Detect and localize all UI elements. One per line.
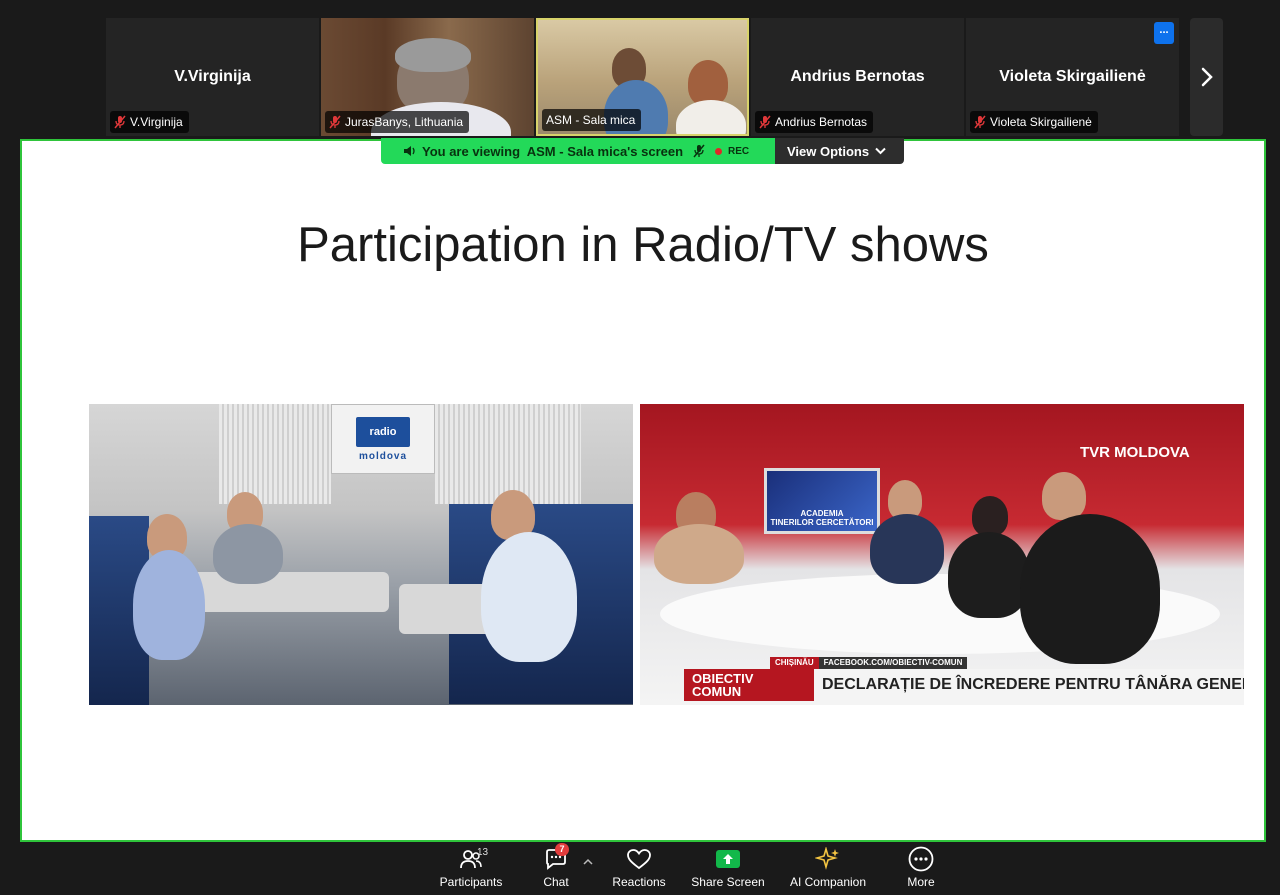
mic-muted-icon xyxy=(974,115,986,129)
overflow-participants-button[interactable]: ... xyxy=(1154,22,1174,44)
participant-name: V.Virginija xyxy=(174,68,251,85)
participant-label: Andrius Bernotas xyxy=(755,111,874,133)
guest-person xyxy=(870,514,944,584)
heart-icon xyxy=(627,849,651,870)
ai-companion-icon-wrap xyxy=(815,846,841,872)
share-screen-icon xyxy=(716,850,740,868)
ai-companion-button[interactable]: AI Companion xyxy=(786,846,870,892)
share-screen-button[interactable]: Share Screen xyxy=(690,846,766,892)
guest-person xyxy=(213,524,283,584)
participants-icon-wrap: 13 xyxy=(451,846,491,872)
recording-dot-icon xyxy=(715,147,723,155)
next-page-button[interactable] xyxy=(1190,18,1223,136)
reactions-icon-wrap xyxy=(626,846,652,872)
share-screen-icon-wrap xyxy=(715,846,741,872)
screen-share-banner: You are viewing ASM - Sala mica's screen… xyxy=(381,138,904,164)
participant-label: JurasBanys, Lithuania xyxy=(325,111,470,133)
mic-muted-icon xyxy=(114,115,126,129)
chevron-right-icon xyxy=(1201,67,1213,87)
participant-label: V.Virginija xyxy=(110,111,189,133)
monitor-text-line: ACADEMIA xyxy=(800,509,844,518)
lower-third: OBIECTIV COMUN DECLARAȚIE DE ÎNCREDERE P… xyxy=(684,669,1244,701)
mic-muted-icon xyxy=(329,115,341,129)
participants-button[interactable]: 13 Participants xyxy=(438,846,504,892)
chat-icon-wrap: 7 xyxy=(541,843,571,872)
shared-screen: Participation in Radio/TV shows radio mo… xyxy=(20,139,1266,842)
participant-label-text: JurasBanys, Lithuania xyxy=(345,115,464,129)
studio-monitor: ACADEMIA TINERILOR CERCETĂTORI xyxy=(764,468,880,534)
chevron-up-icon xyxy=(583,858,593,865)
reactions-button[interactable]: Reactions xyxy=(608,846,670,892)
participant-tile-violeta-skirgailiene[interactable]: Violeta Skirgailienė Violeta Skirgailien… xyxy=(966,18,1179,136)
participant-tile-jurasbanys[interactable]: JurasBanys, Lithuania xyxy=(321,18,534,136)
studio-wall-vents xyxy=(219,404,331,504)
participant-label: ASM - Sala mica xyxy=(542,109,642,131)
ai-companion-label: AI Companion xyxy=(789,875,867,889)
more-label: More xyxy=(907,875,935,889)
view-options-button[interactable]: View Options xyxy=(775,138,904,164)
radio-logo-mark: radio xyxy=(356,416,410,447)
participant-name: Andrius Bernotas xyxy=(790,68,925,85)
participant-label: Violeta Skirgailienė xyxy=(970,111,1098,133)
viewing-share-indicator: You are viewing ASM - Sala mica's screen… xyxy=(381,138,775,164)
radio-logo-text: moldova xyxy=(358,450,408,462)
participant-strip: V.Virginija V.Virginija JurasBanys, Lith… xyxy=(0,0,1280,140)
participants-count: 13 xyxy=(477,847,489,858)
participant-label-text: V.Virginija xyxy=(130,115,183,129)
participant-video-shirt xyxy=(676,100,746,134)
chat-unread-badge: 7 xyxy=(555,843,569,856)
radio-moldova-sign: radio moldova xyxy=(331,404,435,474)
guest-person xyxy=(1020,514,1160,664)
reactions-label: Reactions xyxy=(612,875,666,889)
meeting-toolbar: 13 Participants 7 Chat Reactions Share S… xyxy=(0,842,1280,895)
chat-button[interactable]: 7 Chat xyxy=(536,843,576,892)
guest-person xyxy=(481,532,577,662)
url-tag: FACEBOOK.COM/OBIECTIV-COMUN xyxy=(818,657,968,669)
tvr-moldova-logo: TVR MOLDOVA xyxy=(1080,444,1190,461)
participant-name: Violeta Skirgailienė xyxy=(999,68,1146,85)
participant-tile-v-virginija[interactable]: V.Virginija V.Virginija xyxy=(106,18,319,136)
lower-third-tag: CHIȘINĂU FACEBOOK.COM/OBIECTIV-COMUN xyxy=(770,657,968,669)
show-name: OBIECTIV COMUN xyxy=(684,669,814,701)
share-banner-text: You are viewing ASM - Sala mica's screen xyxy=(422,143,684,159)
slide-title: Participation in Radio/TV shows xyxy=(297,218,989,272)
guest-person xyxy=(972,496,1008,536)
participant-label-text: Andrius Bernotas xyxy=(775,115,868,129)
participant-tile-andrius-bernotas[interactable]: Andrius Bernotas Andrius Bernotas xyxy=(751,18,964,136)
headline: DECLARAȚIE DE ÎNCREDERE PENTRU TÂNĂRA GE… xyxy=(814,669,1244,701)
more-dots-icon xyxy=(908,846,934,872)
chat-label: Chat xyxy=(543,875,569,889)
location-tag: CHIȘINĂU xyxy=(770,657,819,669)
chevron-down-icon xyxy=(875,147,886,155)
radio-studio-photo: radio moldova xyxy=(89,404,633,705)
guest-person xyxy=(133,550,205,660)
participant-label-text: ASM - Sala mica xyxy=(546,113,636,127)
recording-label: REC xyxy=(728,145,750,157)
mic-muted-icon xyxy=(693,144,705,158)
monitor-text-line: TINERILOR CERCETĂTORI xyxy=(770,518,874,527)
guest-person xyxy=(1042,472,1086,520)
show-name-line: COMUN xyxy=(692,684,742,699)
studio-wall-vents xyxy=(435,404,581,504)
speaker-icon xyxy=(404,146,415,156)
participants-label: Participants xyxy=(439,875,503,889)
more-icon-wrap xyxy=(908,846,934,872)
tv-studio-photo: TVR MOLDOVA ACADEMIA TINERILOR CERCETĂTO… xyxy=(640,404,1244,705)
participant-tile-asm-sala-mica[interactable]: ASM - Sala mica xyxy=(536,18,749,136)
chat-options-caret[interactable] xyxy=(583,852,593,870)
host-person xyxy=(654,524,744,584)
share-screen-label: Share Screen xyxy=(691,875,765,889)
guest-person xyxy=(948,532,1030,618)
participant-video-hair xyxy=(395,38,471,72)
view-options-label: View Options xyxy=(787,143,870,159)
mic-muted-icon xyxy=(759,115,771,129)
sparkle-icon xyxy=(815,847,839,870)
participant-label-text: Violeta Skirgailienė xyxy=(990,115,1092,129)
more-button[interactable]: More xyxy=(902,846,940,892)
